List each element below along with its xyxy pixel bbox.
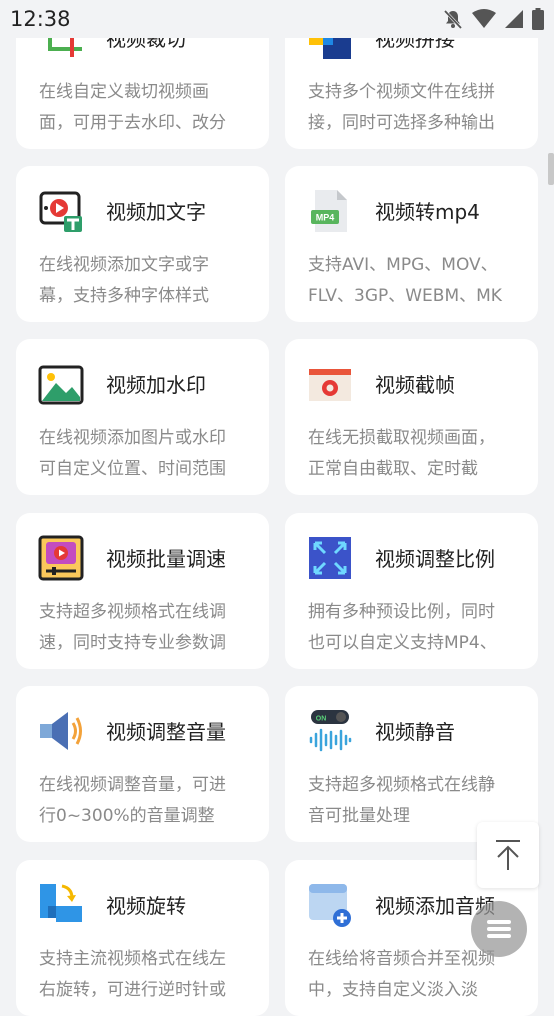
mp4-file-icon: MP4 — [307, 188, 353, 234]
floating-menu-button[interactable] — [471, 901, 527, 957]
tool-card-video-batch-speed[interactable]: 视频批量调速 支持超多视频格式在线调 速，同时支持专业参数调 — [16, 513, 269, 669]
card-title: 视频旋转 — [106, 894, 186, 918]
mp4-icon-label: MP4 — [316, 213, 335, 223]
card-title: 视频静音 — [375, 720, 455, 744]
status-time: 12:38 — [10, 7, 71, 31]
menu-icon — [487, 920, 511, 938]
card-description: 在线视频添加文字或字 幕，支持多种字体样式 — [39, 255, 209, 306]
arrow-up-to-top-icon — [496, 840, 520, 870]
card-title: 视频调整音量 — [106, 720, 226, 744]
card-title: 视频截帧 — [375, 373, 455, 397]
scrollbar-thumb[interactable] — [548, 153, 554, 185]
card-description: 在线视频调整音量，可进 行0~300%的音量调整 — [39, 775, 226, 826]
speed-adjust-icon — [38, 535, 84, 581]
card-description: 拥有多种预设比例，同时 也可以自定义支持MP4、 — [308, 602, 497, 653]
tool-card-video-to-mp4[interactable]: MP4 视频转mp4 支持AVI、MPG、MOV、 FLV、3GP、WEBM、MK — [285, 166, 538, 322]
card-description: 在线无损截取视频画面， 正常自由截取、定时截 — [308, 428, 495, 479]
card-title: 视频加水印 — [106, 373, 206, 397]
tool-card-video-add-text[interactable]: 视频加文字 在线视频添加文字或字 幕，支持多种字体样式 — [16, 166, 269, 322]
tool-card-video-aspect-ratio[interactable]: 视频调整比例 拥有多种预设比例，同时 也可以自定义支持MP4、 — [285, 513, 538, 669]
tool-card-video-volume[interactable]: 视频调整音量 在线视频调整音量，可进 行0~300%的音量调整 — [16, 686, 269, 842]
notifications-off-icon — [443, 9, 463, 30]
tool-card-video-mute[interactable]: ON 视频静音 支持超多视频格式在线静 音可批量处理 — [285, 686, 538, 842]
rotate-icon — [38, 882, 84, 928]
status-bar: 12:38 — [0, 0, 554, 38]
toggle-on-label: ON — [316, 716, 327, 723]
tool-card-video-watermark[interactable]: 视频加水印 在线视频添加图片或水印 可自定义位置、时间范围 — [16, 339, 269, 495]
back-to-top-button[interactable] — [477, 822, 539, 888]
battery-icon — [532, 8, 544, 30]
card-description: 支持超多视频格式在线调 速，同时支持专业参数调 — [39, 602, 226, 653]
card-description: 在线自定义裁切视频画 面，可用于去水印、改分 — [39, 82, 226, 133]
tool-card-video-frame-capture[interactable]: 视频截帧 在线无损截取视频画面， 正常自由截取、定时截 — [285, 339, 538, 495]
aspect-ratio-icon — [307, 535, 353, 581]
image-watermark-icon — [38, 361, 84, 407]
card-description: 支持AVI、MPG、MOV、 FLV、3GP、WEBM、MK — [308, 255, 502, 306]
card-description: 在线视频添加图片或水印 可自定义位置、时间范围 — [39, 428, 226, 479]
card-title: 视频加文字 — [106, 200, 206, 224]
add-audio-icon — [307, 882, 353, 928]
tool-card-video-rotate[interactable]: 视频旋转 支持主流视频格式在线左 右旋转，可进行逆时针或 — [16, 860, 269, 1016]
card-title: 视频转mp4 — [375, 200, 480, 224]
status-icons — [442, 8, 544, 30]
card-description: 支持多个视频文件在线拼 接，同时可选择多种输出 — [308, 82, 495, 133]
camera-frame-icon — [307, 361, 353, 407]
cellular-signal-icon — [505, 10, 523, 28]
card-title: 视频批量调速 — [106, 547, 226, 571]
card-title: 视频调整比例 — [375, 547, 495, 571]
wifi-icon — [472, 9, 496, 28]
speaker-icon — [38, 708, 84, 754]
video-text-icon — [38, 188, 84, 234]
mute-toggle-icon: ON — [307, 708, 353, 754]
card-description: 支持主流视频格式在线左 右旋转，可进行逆时针或 — [39, 949, 226, 1000]
